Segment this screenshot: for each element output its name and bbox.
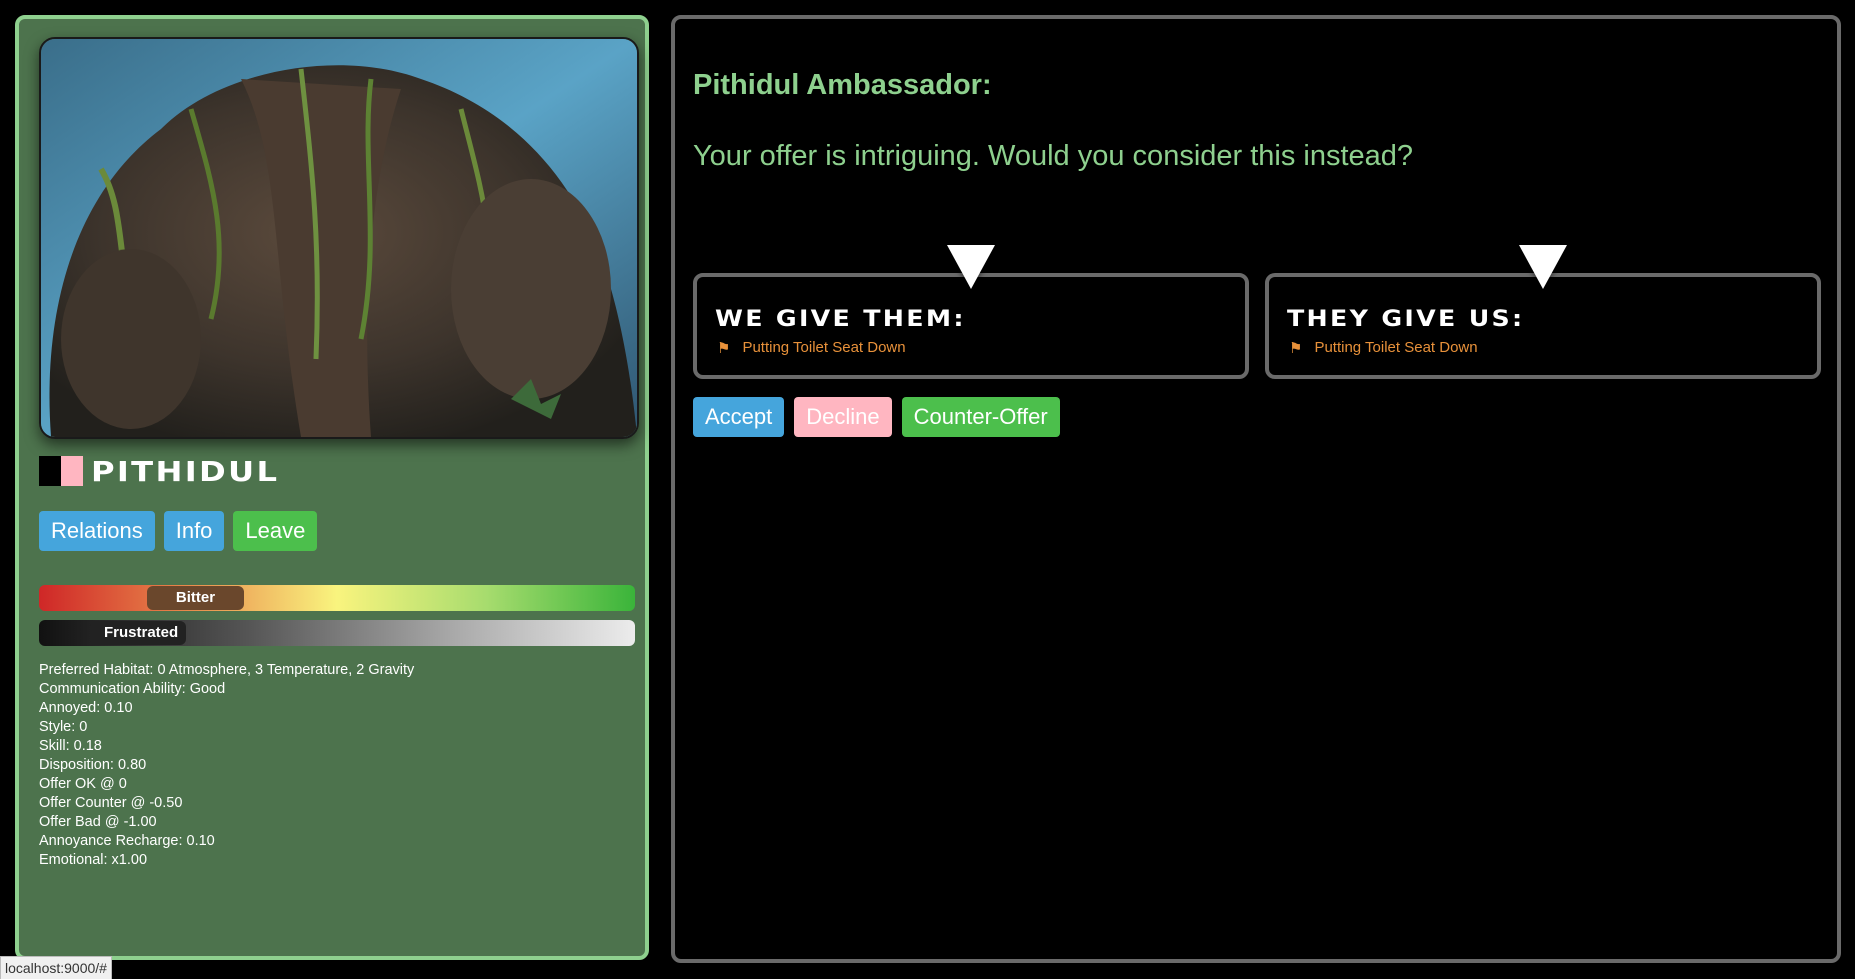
deal-item[interactable]: ⚑ Putting Toilet Seat Down [717,339,906,357]
stat-habitat: Preferred Habitat: 0 Atmosphere, 3 Tempe… [39,662,415,678]
deal-item-label: Putting Toilet Seat Down [742,339,906,356]
flag-icon: ⚑ [717,340,731,357]
speaker-heading: Pithidul Ambassador: [693,69,992,101]
counter-offer-button[interactable]: Counter-Offer [901,397,1060,437]
we-give-box[interactable]: We give them: ⚑ Putting Toilet Seat Down [693,245,1249,379]
ambassador-message: Your offer is intriguing. Would you cons… [693,140,1414,172]
accept-button[interactable]: Accept [693,397,785,437]
stat-offer-counter: Offer Counter @ -0.50 [39,795,183,811]
race-name-row: Pithidul [39,455,277,488]
race-panel: Pithidul Relations Info Leave Bitter Fru… [15,15,649,960]
drop-arrow-icon [947,245,995,289]
offer-actions: Accept Decline Counter-Offer [693,397,1060,437]
tree-creature-image [41,39,637,437]
stat-annoyance-recharge: Annoyance Recharge: 0.10 [39,833,215,849]
deal-item-label: Putting Toilet Seat Down [1314,339,1478,356]
browser-status-bar: localhost:9000/# [0,956,112,979]
they-give-box[interactable]: They give us: ⚑ Putting Toilet Seat Down [1265,245,1821,379]
flag-icon: ⚑ [1289,340,1303,357]
they-give-title: They give us: [1287,307,1525,332]
race-actions: Relations Info Leave [39,511,318,551]
stat-offer-bad: Offer Bad @ -1.00 [39,814,157,830]
we-give-title: We give them: [715,307,966,332]
leave-button[interactable]: Leave [233,511,318,551]
relations-button[interactable]: Relations [39,511,155,551]
stat-communication: Communication Ability: Good [39,681,226,697]
flag-swatch-primary [39,456,61,486]
deal-item[interactable]: ⚑ Putting Toilet Seat Down [1289,339,1478,357]
flag-swatch-secondary [61,456,83,486]
stat-style: Style: 0 [39,719,88,735]
stat-offer-ok: Offer OK @ 0 [39,776,127,792]
attitude-meter: Bitter [39,585,635,611]
drop-arrow-icon [1519,245,1567,289]
diplomacy-panel: Pithidul Ambassador: Your offer is intri… [671,15,1841,963]
mood-label: Frustrated [90,621,186,645]
race-name: Pithidul [91,454,280,488]
stat-disposition: Disposition: 0.80 [39,757,147,773]
stat-skill: Skill: 0.18 [39,738,102,754]
stat-annoyed: Annoyed: 0.10 [39,700,133,716]
decline-button[interactable]: Decline [794,397,892,437]
attitude-label: Bitter [147,586,244,610]
stat-emotional: Emotional: x1.00 [39,852,148,868]
info-button[interactable]: Info [163,511,225,551]
race-portrait [39,37,639,439]
mood-meter: Frustrated [39,620,635,646]
race-stats: Preferred Habitat: 0 Atmosphere, 3 Tempe… [39,661,414,870]
